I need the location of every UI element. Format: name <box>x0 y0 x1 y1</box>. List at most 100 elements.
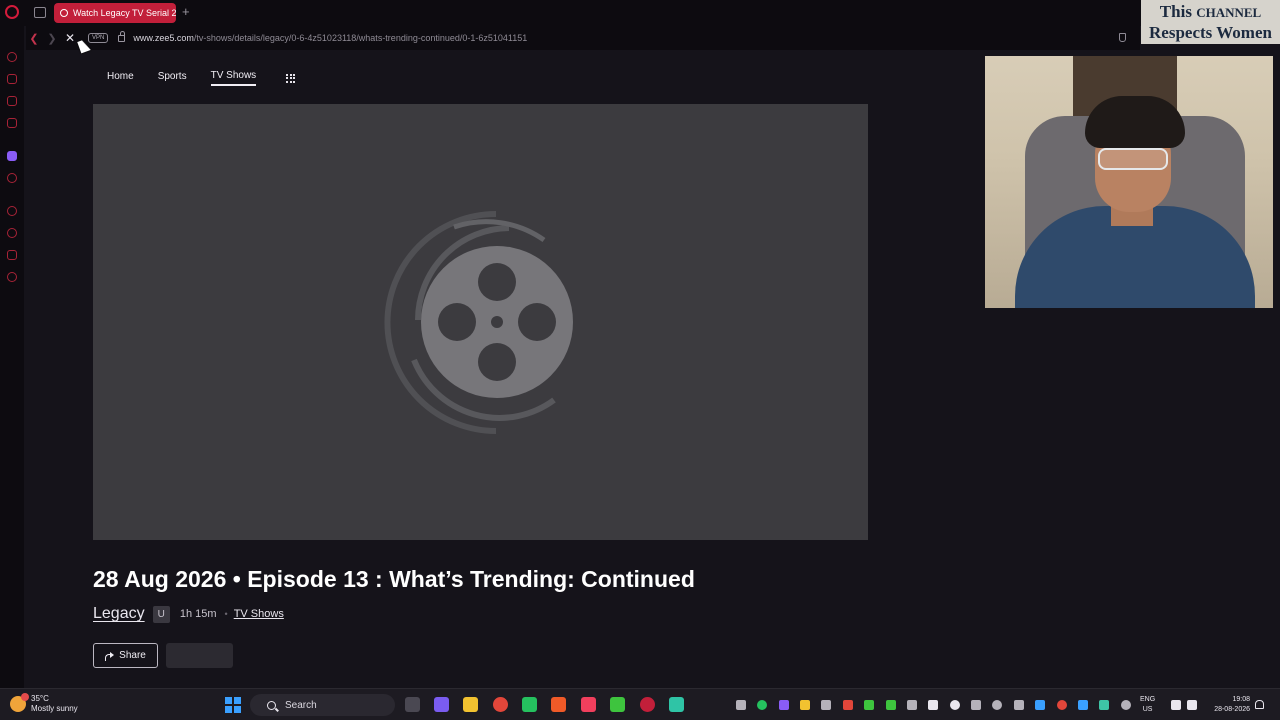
sidebar-player-icon[interactable] <box>7 206 17 216</box>
opera-logo-icon[interactable] <box>5 5 19 19</box>
region-code: US <box>1142 706 1153 713</box>
brave-icon[interactable] <box>551 697 566 712</box>
sidebar-messenger-icon[interactable] <box>7 118 17 128</box>
tray-app-icon[interactable] <box>779 700 789 710</box>
notification-badge <box>21 693 29 701</box>
microphone-icon[interactable] <box>1121 700 1131 710</box>
stop-loading-button[interactable]: ✕ <box>62 30 78 46</box>
clock-date: 28-08-2026 <box>1214 706 1250 713</box>
share-button[interactable]: Share <box>93 643 158 668</box>
episode-meta: Legacy U 1h 15m • TV Shows <box>93 605 284 623</box>
sidebar-twitch-icon[interactable] <box>7 151 17 161</box>
new-tab-button[interactable]: + <box>182 4 190 19</box>
meta-separator: • <box>224 609 228 619</box>
loading-placeholder-button <box>166 643 233 668</box>
start-button[interactable] <box>225 697 241 713</box>
tray-app-icon-9[interactable] <box>1014 700 1024 710</box>
overlay-caption: This CHANNEL Respects Women <box>1141 0 1280 44</box>
pin-icon[interactable] <box>1119 33 1126 42</box>
webcam-overlay <box>985 56 1273 308</box>
film-reel-loading-icon <box>384 211 573 434</box>
url-path: /tv-shows/details/legacy/0-6-4z51023118/… <box>193 33 528 43</box>
volume-icon[interactable] <box>1187 700 1197 710</box>
browser-sidebar <box>0 26 24 688</box>
search-label: Search <box>285 699 317 711</box>
sidebar-percent-icon[interactable] <box>7 173 17 183</box>
network-icon[interactable] <box>1171 700 1181 710</box>
tray-app-icon-11[interactable] <box>1099 700 1109 710</box>
terminal-icon[interactable] <box>610 697 625 712</box>
show-link[interactable]: Legacy <box>93 605 145 623</box>
browser-tab-strip: Watch Legacy TV Serial 28 + <box>0 0 1280 26</box>
rating-badge: U <box>152 605 170 623</box>
share-icon <box>105 651 115 661</box>
tray-discord-icon[interactable] <box>928 700 938 710</box>
tray-whatsapp-icon[interactable] <box>757 700 767 710</box>
task-view-icon[interactable] <box>405 697 420 712</box>
share-label: Share <box>119 650 146 661</box>
forward-button[interactable]: ❯ <box>44 30 60 46</box>
nav-sports[interactable]: Sports <box>158 71 187 85</box>
back-button[interactable]: ❮ <box>26 30 42 46</box>
site-nav: Home Sports TV Shows <box>107 70 296 86</box>
address-bar: ❮ ❯ ✕ VPN www.zee5.com/tv-shows/details/… <box>26 26 1140 50</box>
opera-taskbar-icon[interactable] <box>640 697 655 712</box>
weather-condition: Mostly sunny <box>31 704 78 713</box>
tray-app-icon-4[interactable] <box>886 700 896 710</box>
whatsapp-icon[interactable] <box>522 697 537 712</box>
caption-this: This <box>1159 2 1192 21</box>
search-icon <box>267 700 276 710</box>
genre-link[interactable]: TV Shows <box>234 608 284 620</box>
nav-tv-shows[interactable]: TV Shows <box>210 70 257 86</box>
tray-app-icon-6[interactable] <box>950 700 960 710</box>
loading-favicon-icon <box>60 9 68 17</box>
music-icon[interactable] <box>581 697 596 712</box>
windows-taskbar: 35°C Mostly sunny Search ENG US 19:08 28… <box>0 688 1280 720</box>
tray-overflow-icon[interactable] <box>736 700 746 710</box>
sidebar-history-icon[interactable] <box>7 228 17 238</box>
sidebar-shopping-icon[interactable] <box>7 74 17 84</box>
sidebar-settings-icon[interactable] <box>7 272 17 282</box>
chrome-icon[interactable] <box>493 697 508 712</box>
duration: 1h 15m <box>179 608 217 620</box>
sidebar-flow-icon[interactable] <box>7 52 17 62</box>
taskbar-search[interactable]: Search <box>250 694 395 716</box>
vpn-badge[interactable]: VPN <box>88 33 109 43</box>
notification-bell-icon[interactable] <box>1255 700 1264 709</box>
file-explorer-icon[interactable] <box>463 697 478 712</box>
tray-app-icon-7[interactable] <box>971 700 981 710</box>
language-indicator[interactable]: ENG US <box>1140 695 1155 715</box>
tray-play-icon[interactable] <box>864 700 874 710</box>
tray-app-icon-5[interactable] <box>907 700 917 710</box>
url-domain: www.zee5.com <box>133 33 194 43</box>
app-icon[interactable] <box>669 697 684 712</box>
sidebar-instagram-icon[interactable] <box>7 96 17 106</box>
tray-chrome-icon[interactable] <box>1057 700 1067 710</box>
caption-channel: CHANNEL <box>1196 5 1262 20</box>
language-code: ENG <box>1140 696 1156 703</box>
webcam-person-glasses <box>1098 148 1168 170</box>
episode-title: 28 Aug 2026 • Episode 13 : What’s Trendi… <box>93 566 695 592</box>
tray-record-icon[interactable] <box>843 700 853 710</box>
tray-app-icon-2[interactable] <box>800 700 810 710</box>
temperature: 35°C <box>31 694 49 703</box>
system-clock[interactable]: 19:08 28-08-2026 <box>1206 695 1250 715</box>
tray-app-icon-8[interactable] <box>992 700 1002 710</box>
url-field[interactable]: www.zee5.com/tv-shows/details/legacy/0-6… <box>133 33 527 43</box>
browser-tab-active[interactable]: Watch Legacy TV Serial 28 <box>54 3 176 23</box>
webcam-person-hair <box>1085 96 1185 148</box>
clock-time: 19:08 <box>1232 696 1250 703</box>
tab-overview-icon[interactable] <box>34 7 46 18</box>
lock-icon[interactable] <box>118 30 126 42</box>
nav-home[interactable]: Home <box>107 71 134 85</box>
weather-sun-icon <box>10 693 29 712</box>
sidebar-extensions-icon[interactable] <box>7 250 17 260</box>
tray-app-icon-3[interactable] <box>821 700 831 710</box>
menu-grid-icon[interactable] <box>286 73 296 83</box>
weather-widget[interactable]: 35°C Mostly sunny <box>10 693 78 714</box>
screen: { "browser": { "tab_title": "Watch Legac… <box>0 0 1280 720</box>
copilot-icon[interactable] <box>434 697 449 712</box>
tray-app-icon-10[interactable] <box>1078 700 1088 710</box>
caption-respects: Respects Women <box>1149 23 1272 42</box>
bluetooth-icon[interactable] <box>1035 700 1045 710</box>
